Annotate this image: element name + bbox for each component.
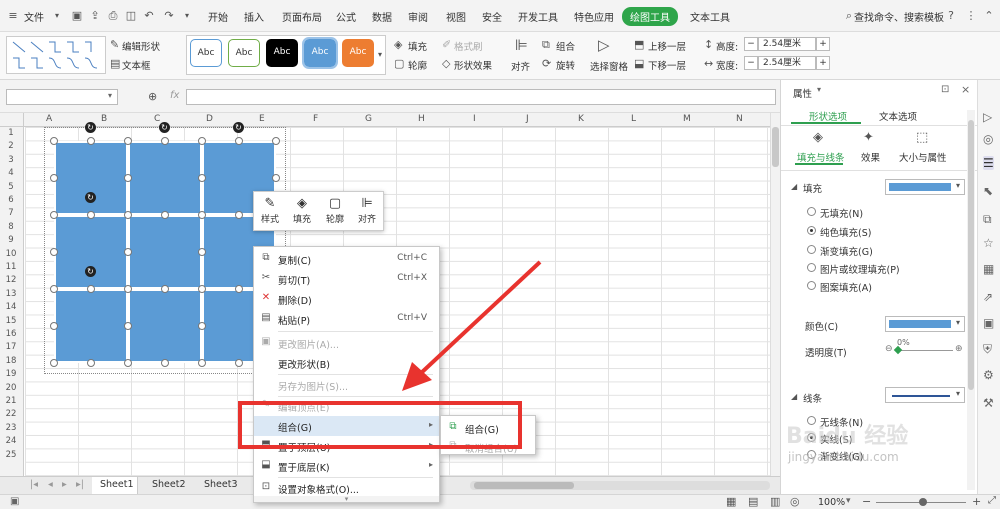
watermark-site: jingyan.baidu.com — [788, 450, 899, 464]
watermark-logo: Baidu 经验 — [786, 424, 909, 449]
spreadsheet-app: ≡ 文件 ▾ ▣ ⇪ ⎙ ◫ ↶ ↷ ▾ 开始 插入 页面布局 公式 数据 审阅… — [0, 0, 1000, 509]
